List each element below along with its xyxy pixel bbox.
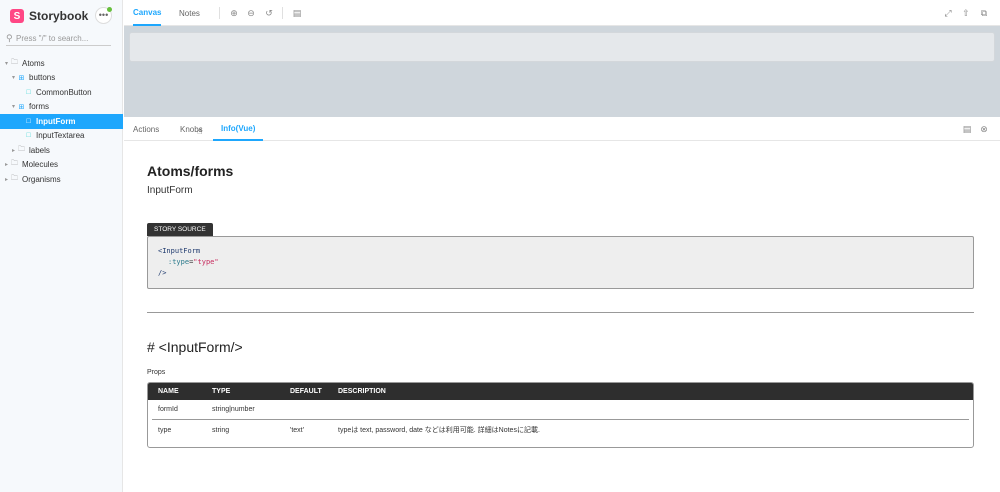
tab-notes[interactable]: Notes bbox=[179, 0, 200, 26]
tab-actions[interactable]: Actions bbox=[133, 117, 159, 141]
search-box: ⚲ bbox=[6, 32, 111, 46]
folder-icon: 🗀 bbox=[11, 174, 18, 182]
code-line: <InputForm bbox=[158, 247, 201, 255]
input-form-preview[interactable] bbox=[129, 32, 995, 62]
component-icon: ⊞ bbox=[18, 103, 25, 111]
info-content: Atoms/forms InputForm STORY SOURCE <Inpu… bbox=[147, 163, 974, 448]
storybook-app: S Storybook ••• ⚲ ▾ 🗀 Atoms ▾ ⊞ buttons … bbox=[0, 0, 1000, 492]
zoom-in-icon[interactable]: ⊕ bbox=[229, 8, 239, 18]
toolbar-divider bbox=[282, 7, 283, 19]
props-table: NAME TYPE DEFAULT DESCRIPTION formId str… bbox=[147, 382, 974, 448]
tree-item-atoms[interactable]: ▾ 🗀 Atoms bbox=[0, 56, 123, 71]
tree-item-labels[interactable]: ▸ 🗀 labels bbox=[0, 143, 123, 158]
expand-arrow-icon: ▾ bbox=[4, 60, 8, 67]
storybook-logo-icon: S bbox=[10, 9, 24, 23]
search-input[interactable] bbox=[16, 34, 108, 43]
share-icon[interactable]: ⇧ bbox=[961, 8, 971, 18]
addons-panel: Actions Knobs Info(Vue) ☝ ▤ ⊗ Atoms/form… bbox=[124, 117, 1000, 492]
component-icon: ⊞ bbox=[18, 74, 25, 82]
tree-item-organisms[interactable]: ▸ 🗀 Organisms bbox=[0, 172, 123, 187]
story-source-code: <InputForm :type="type" /> bbox=[147, 236, 974, 289]
tab-canvas[interactable]: Canvas bbox=[133, 0, 162, 26]
expand-arrow-icon: ▾ bbox=[11, 104, 15, 111]
table-header: NAME TYPE DEFAULT DESCRIPTION bbox=[148, 383, 973, 400]
zoom-out-icon[interactable]: ⊖ bbox=[246, 8, 256, 18]
expand-arrow-icon: ▾ bbox=[11, 75, 15, 82]
component-heading: # <InputForm/> bbox=[147, 339, 243, 355]
table-row: formId string|number bbox=[152, 400, 969, 420]
search-icon: ⚲ bbox=[6, 33, 13, 43]
tree-item-inputform[interactable]: □ InputForm bbox=[0, 114, 123, 129]
tree-item-forms[interactable]: ▾ ⊞ forms bbox=[0, 100, 123, 115]
table-row: type string 'text' typeは text, password,… bbox=[158, 426, 540, 435]
bookmark-icon: □ bbox=[26, 132, 31, 140]
folder-icon: 🗀 bbox=[11, 58, 18, 66]
collapse-arrow-icon: ▸ bbox=[11, 147, 15, 154]
story-source-label: STORY SOURCE bbox=[147, 223, 213, 236]
code-line: :type="type" bbox=[168, 258, 219, 266]
folder-icon: 🗀 bbox=[11, 160, 18, 168]
brand[interactable]: S Storybook bbox=[10, 8, 88, 24]
code-line: /> bbox=[158, 269, 167, 277]
tree-item-molecules[interactable]: ▸ 🗀 Molecules bbox=[0, 158, 123, 173]
story-canvas bbox=[124, 26, 1000, 117]
page-title: Atoms/forms bbox=[147, 163, 234, 179]
ellipsis-icon: ••• bbox=[98, 10, 109, 20]
settings-menu-button[interactable]: ••• bbox=[95, 7, 112, 24]
brand-name: Storybook bbox=[29, 9, 89, 23]
addons-tabbar: Actions Knobs Info(Vue) ☝ ▤ ⊗ bbox=[124, 117, 1000, 141]
fullscreen-icon[interactable]: ⤢ bbox=[943, 8, 953, 18]
panel-toggle-icon[interactable]: ▤ bbox=[962, 124, 972, 134]
toolbar: Canvas Notes ⊕ ⊖ ↺ ▤ ⤢ ⇧ ⧉ bbox=[124, 0, 1000, 26]
close-icon[interactable]: ⊗ bbox=[979, 124, 989, 134]
folder-icon: 🗀 bbox=[18, 145, 25, 153]
tree-item-inputtextarea[interactable]: □ InputTextarea bbox=[0, 129, 123, 144]
sidebar: S Storybook ••• ⚲ ▾ 🗀 Atoms ▾ ⊞ buttons … bbox=[0, 0, 123, 492]
props-label: Props bbox=[147, 369, 166, 376]
tree-item-commonbutton[interactable]: □ CommonButton bbox=[0, 85, 123, 100]
story-tree: ▾ 🗀 Atoms ▾ ⊞ buttons □ CommonButton ▾ ⊞… bbox=[0, 56, 123, 187]
zoom-reset-icon[interactable]: ↺ bbox=[264, 8, 274, 18]
divider bbox=[147, 312, 974, 313]
collapse-arrow-icon: ▸ bbox=[4, 176, 8, 183]
bookmark-icon: □ bbox=[26, 88, 31, 96]
notification-dot bbox=[107, 7, 112, 12]
copy-icon[interactable]: ⧉ bbox=[979, 8, 989, 18]
page-subtitle: InputForm bbox=[147, 185, 193, 196]
tree-item-buttons[interactable]: ▾ ⊞ buttons bbox=[0, 71, 123, 86]
pointer-cursor-icon: ☝ bbox=[197, 126, 203, 136]
tab-info-vue[interactable]: Info(Vue) bbox=[213, 117, 264, 141]
background-icon[interactable]: ▤ bbox=[292, 8, 302, 18]
bookmark-icon: □ bbox=[26, 117, 31, 125]
toolbar-divider bbox=[219, 7, 220, 19]
collapse-arrow-icon: ▸ bbox=[4, 162, 8, 169]
